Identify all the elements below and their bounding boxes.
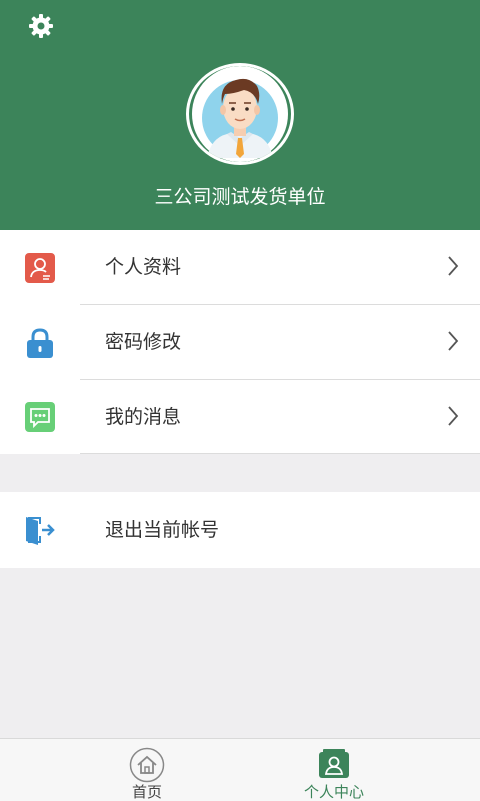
company-name: 三公司测试发货单位 — [154, 186, 326, 208]
profile-header: 三公司测试发货单位 — [0, 0, 480, 230]
logout-button[interactable]: 退出当前帐号 — [0, 492, 480, 568]
chevron-right-icon — [448, 406, 459, 426]
lock-icon — [27, 328, 53, 358]
account-menu: 个人资料 密码修改 我的消息 — [0, 230, 480, 454]
chevron-right-icon — [448, 256, 459, 276]
home-icon — [129, 747, 165, 783]
menu-item-password[interactable]: 密码修改 — [0, 305, 480, 379]
tab-label: 个人中心 — [303, 783, 364, 801]
chevron-right-icon — [448, 331, 459, 351]
menu-item-label: 我的消息 — [105, 406, 182, 428]
tab-label: 首页 — [131, 783, 162, 801]
profile-card-icon — [25, 253, 55, 283]
logout-door-icon — [26, 517, 55, 545]
menu-item-label: 密码修改 — [105, 331, 182, 353]
settings-button[interactable] — [26, 11, 56, 41]
user-avatar-illustration — [192, 66, 288, 162]
menu-item-label: 个人资料 — [105, 256, 182, 278]
message-icon — [25, 402, 55, 432]
menu-item-messages[interactable]: 我的消息 — [0, 380, 480, 454]
gear-icon — [29, 14, 53, 38]
bottom-tab-bar: 首页 个人中心 — [0, 738, 480, 801]
divider — [80, 453, 480, 454]
tab-personal-center[interactable]: 个人中心 — [274, 739, 394, 801]
logout-label: 退出当前帐号 — [105, 519, 220, 541]
menu-item-profile[interactable]: 个人资料 — [0, 230, 480, 304]
person-center-icon — [319, 749, 349, 778]
tab-home[interactable]: 首页 — [87, 739, 207, 801]
logout-section: 退出当前帐号 — [0, 492, 480, 568]
avatar[interactable] — [186, 63, 294, 165]
